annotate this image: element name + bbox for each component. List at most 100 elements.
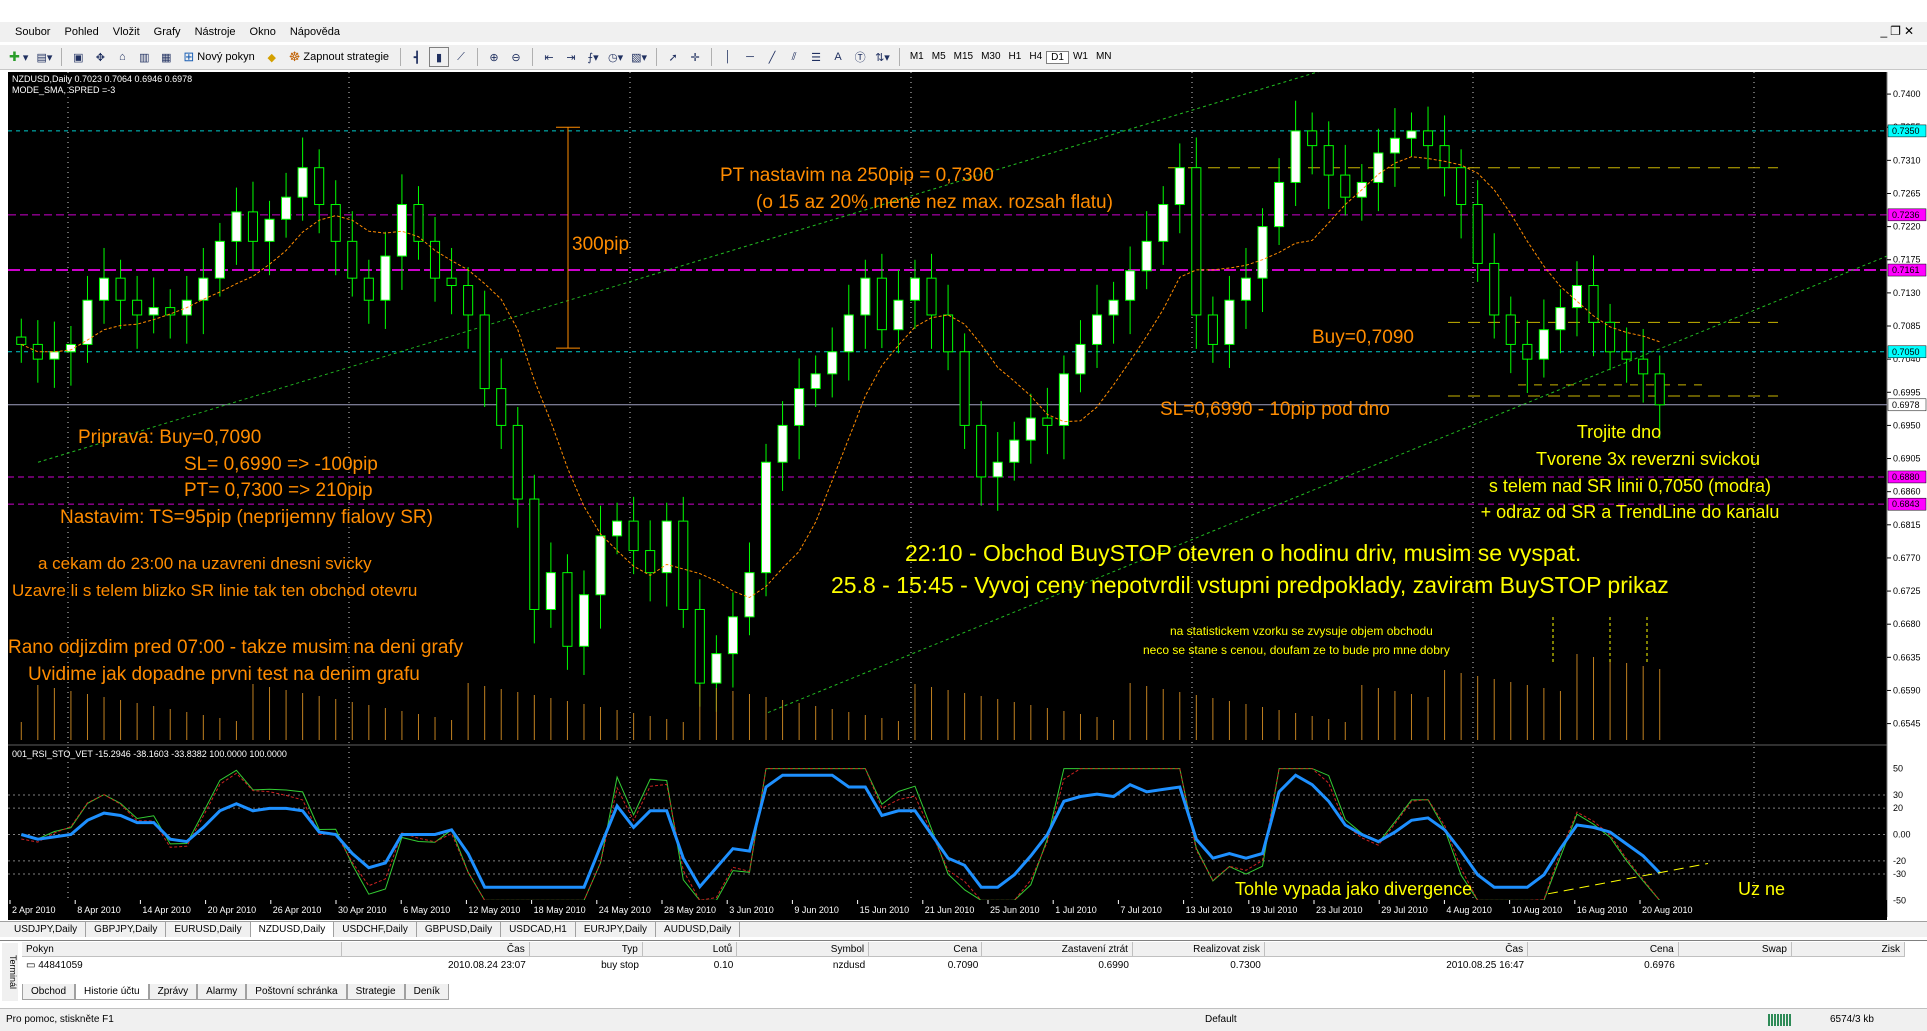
chart-shift-icon[interactable]: ⇥ (561, 47, 581, 67)
toolbar: ✚ ▾ ▤▾ ▣ ✥ ⌂ ▥ ▦ ⊞ Nový pokyn ◆ ☸ Zapnout s… (0, 44, 1927, 70)
column-header[interactable]: Zisk (1792, 942, 1906, 956)
cursor-icon[interactable]: ➚ (663, 47, 683, 67)
column-header[interactable]: Swap (1679, 942, 1792, 956)
crosshair-icon[interactable]: ✛ (685, 47, 705, 67)
candle-chart-icon[interactable]: ▮ (429, 47, 450, 67)
column-header[interactable]: Cena (1528, 942, 1679, 956)
line-chart-icon[interactable]: ⟋ (451, 47, 471, 67)
data-window-icon[interactable]: ✥ (90, 47, 110, 67)
date-label: 3 Jun 2010 (729, 905, 774, 915)
menu-soubor[interactable]: Soubor (8, 22, 57, 42)
zoom-out-icon[interactable]: ⊖ (506, 47, 526, 67)
column-header[interactable]: Lotů (643, 942, 738, 956)
timeframe-bar: M1 M5 M15 M30 H1 H4 D1 W1 MN (906, 50, 1116, 64)
terminal-tab[interactable]: Obchod (22, 984, 76, 1000)
zoom-in-icon[interactable]: ⊕ (484, 47, 504, 67)
timeframe-h4[interactable]: H4 (1025, 51, 1046, 64)
menu-napoveda[interactable]: Nápověda (283, 22, 347, 42)
restore-icon[interactable]: ❐ (1890, 24, 1904, 38)
terminal-tab[interactable]: Zprávy (148, 984, 198, 1000)
timeframe-m30[interactable]: M30 (977, 51, 1004, 64)
column-header[interactable]: Zastavení ztrát (982, 942, 1133, 956)
candle-body (1158, 204, 1169, 242)
column-header[interactable]: Čas (1265, 942, 1529, 956)
annotation-objem2: neco se stane s cenou, doufam ze to bude… (1143, 643, 1450, 657)
window-controls[interactable]: _❐✕ (1880, 24, 1917, 38)
date-label: 12 May 2010 (468, 905, 520, 915)
arrows-icon[interactable]: ⇅▾ (872, 47, 893, 67)
column-header[interactable]: Realizovat zisk (1133, 942, 1265, 956)
indicators-icon[interactable]: ⨍▾ (583, 47, 603, 67)
menu-pohled[interactable]: Pohled (57, 22, 105, 42)
terminal-icon[interactable]: ▥ (134, 47, 154, 67)
menu-grafy[interactable]: Grafy (147, 22, 188, 42)
chart-tab[interactable]: USDCHF,Daily (334, 922, 417, 937)
terminal-tab[interactable]: Poštovní schránka (246, 984, 347, 1000)
menu-vlozit[interactable]: Vložit (106, 22, 147, 42)
channel-icon[interactable]: ⫽ (784, 47, 804, 67)
trendline-icon[interactable]: ╱ (762, 47, 782, 67)
column-header[interactable]: Typ (530, 942, 643, 956)
candle-body (1058, 373, 1069, 426)
chart-tab[interactable]: AUDUSD,Daily (656, 922, 741, 937)
candle-body (1091, 314, 1103, 345)
terminal-tab[interactable]: Alarmy (197, 984, 247, 1000)
bar-chart-icon[interactable]: ┫ (407, 47, 427, 67)
chart-tab[interactable]: EURUSD,Daily (166, 922, 251, 937)
start-strategy-button[interactable]: ☸ Zapnout strategie (284, 47, 394, 67)
candle-body (314, 167, 325, 206)
market-watch-icon[interactable]: ▣ (68, 47, 88, 67)
indicator-label: 20 (1893, 803, 1903, 813)
timeframe-m15[interactable]: M15 (950, 51, 977, 64)
candle-body (132, 299, 143, 316)
text-label-icon[interactable]: Ⓣ (850, 47, 870, 67)
menu-nastroje[interactable]: Nástroje (188, 22, 243, 42)
terminal-tab[interactable]: Historie účtu (75, 984, 149, 1000)
horizontal-line-icon[interactable]: ─ (740, 47, 760, 67)
chart-tab[interactable]: GBPJPY,Daily (86, 922, 167, 937)
date-label: 1 Jul 2010 (1055, 905, 1097, 915)
table-row[interactable]: ▭ 44841059 2010.08.24 23:07 buy stop 0.10 nz… (22, 958, 1905, 973)
candle-body (363, 277, 374, 301)
column-header[interactable]: Čas (342, 942, 530, 956)
templates-icon[interactable]: ▧▾ (628, 47, 650, 67)
price-highlight-label: 0.6843 (1892, 499, 1920, 509)
candle-body (479, 314, 490, 390)
vertical-line-icon[interactable]: │ (718, 47, 738, 67)
chart-tab[interactable]: USDJPY,Daily (6, 922, 87, 937)
minimize-icon[interactable]: _ (1880, 24, 1890, 38)
chart-tab[interactable]: EURJPY,Daily (576, 922, 657, 937)
menu-okno[interactable]: Okno (243, 22, 283, 42)
tester-icon[interactable]: ▦ (156, 47, 176, 67)
profiles-icon[interactable]: ▤▾ (33, 47, 55, 67)
column-header[interactable]: Cena (869, 942, 983, 956)
timeframe-h1[interactable]: H1 (1005, 51, 1026, 64)
candle-body (1621, 351, 1632, 360)
timeframe-m5[interactable]: M5 (928, 51, 950, 64)
navigator-icon[interactable]: ⌂ (112, 47, 132, 67)
column-header[interactable]: Pokyn (22, 942, 342, 956)
metaeditor-icon[interactable]: ◆ (262, 47, 282, 67)
timeframe-w1[interactable]: W1 (1069, 51, 1092, 64)
timeframe-d1[interactable]: D1 (1046, 50, 1069, 64)
chart-tab[interactable]: USDCAD,H1 (501, 922, 576, 937)
chart-window[interactable]: 0.74000.73550.73100.72650.72200.71750.71… (8, 72, 1927, 1007)
new-order-button[interactable]: ⊞ Nový pokyn (178, 47, 259, 67)
price-chart[interactable]: 0.74000.73550.73100.72650.72200.71750.71… (8, 72, 1927, 920)
timeframe-mn[interactable]: MN (1092, 51, 1116, 64)
chart-tabs: USDJPY,Daily GBPJPY,Daily EURUSD,Daily NZDU… (0, 921, 1927, 937)
column-header[interactable]: Symbol (737, 942, 870, 956)
candle-body (876, 277, 887, 331)
chart-tab[interactable]: NZDUSD,Daily (250, 922, 335, 937)
price-label: 0.6545 (1893, 719, 1921, 729)
chart-tab[interactable]: GBPUSD,Daily (417, 922, 502, 937)
new-chart-icon[interactable]: ✚ ▾ (6, 47, 31, 67)
close-icon[interactable]: ✕ (1904, 24, 1917, 38)
text-tool-icon[interactable]: A (828, 47, 848, 67)
periods-icon[interactable]: ◷▾ (605, 47, 626, 67)
terminal-tab[interactable]: Deník (404, 984, 449, 1000)
fibonacci-icon[interactable]: ☰ (806, 47, 826, 67)
terminal-tab[interactable]: Strategie (346, 984, 405, 1000)
autoscroll-icon[interactable]: ⇤ (539, 47, 559, 67)
timeframe-m1[interactable]: M1 (906, 51, 928, 64)
